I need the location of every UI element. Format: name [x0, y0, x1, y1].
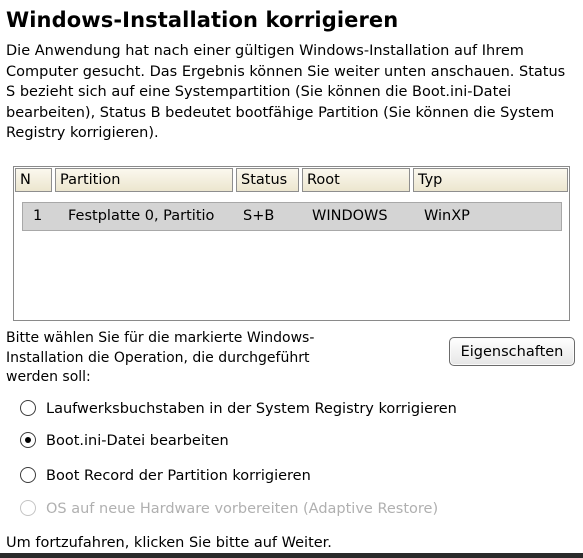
column-header-status[interactable]: Status: [236, 168, 299, 192]
windows-installations-list[interactable]: N Partition Status Root Typ 1 Festplatte…: [13, 166, 570, 321]
cell-status: S+B: [243, 208, 275, 224]
intro-text: Die Anwendung hat nach einer gültigen Wi…: [6, 43, 566, 141]
column-header-partition[interactable]: Partition: [55, 168, 233, 192]
list-header: N Partition Status Root Typ: [15, 168, 568, 193]
radio-circle-icon: [20, 500, 36, 516]
radio-label[interactable]: Boot Record der Partition korrigieren: [46, 464, 311, 488]
cell-typ: WinXP: [424, 208, 470, 224]
properties-button[interactable]: Eigenschaften: [449, 337, 575, 366]
footer-instruction: Um fortzufahren, klicken Sie bitte auf W…: [6, 535, 332, 551]
table-row[interactable]: 1 Festplatte 0, Partitio S+B WINDOWS Win…: [22, 202, 562, 231]
radio-label[interactable]: Laufwerksbuchstaben in der System Regist…: [46, 397, 457, 421]
radio-adaptive-restore: OS auf neue Hardware vorbereiten (Adapti…: [20, 497, 560, 521]
radio-label: OS auf neue Hardware vorbereiten (Adapti…: [46, 501, 439, 517]
radio-label[interactable]: Boot.ini-Datei bearbeiten: [46, 429, 229, 453]
cell-root: WINDOWS: [312, 208, 388, 224]
radio-fix-boot-record[interactable]: Boot Record der Partition korrigieren: [20, 464, 560, 488]
cell-partition: Festplatte 0, Partitio: [68, 208, 215, 224]
radio-circle-icon[interactable]: [20, 400, 36, 416]
cell-n: 1: [33, 208, 43, 224]
operation-prompt: Bitte wählen Sie für die markierte Windo…: [6, 330, 315, 385]
column-header-typ[interactable]: Typ: [413, 168, 568, 192]
radio-fix-drive-letters[interactable]: Laufwerksbuchstaben in der System Regist…: [20, 397, 560, 421]
radio-edit-boot-ini[interactable]: Boot.ini-Datei bearbeiten: [20, 429, 560, 453]
page-title: Windows-Installation korrigieren: [6, 8, 399, 32]
radio-checked-icon[interactable]: [20, 432, 36, 448]
column-header-root[interactable]: Root: [302, 168, 410, 192]
bottom-divider: [0, 553, 583, 558]
radio-circle-icon[interactable]: [20, 467, 36, 483]
column-header-n[interactable]: N: [15, 168, 52, 192]
